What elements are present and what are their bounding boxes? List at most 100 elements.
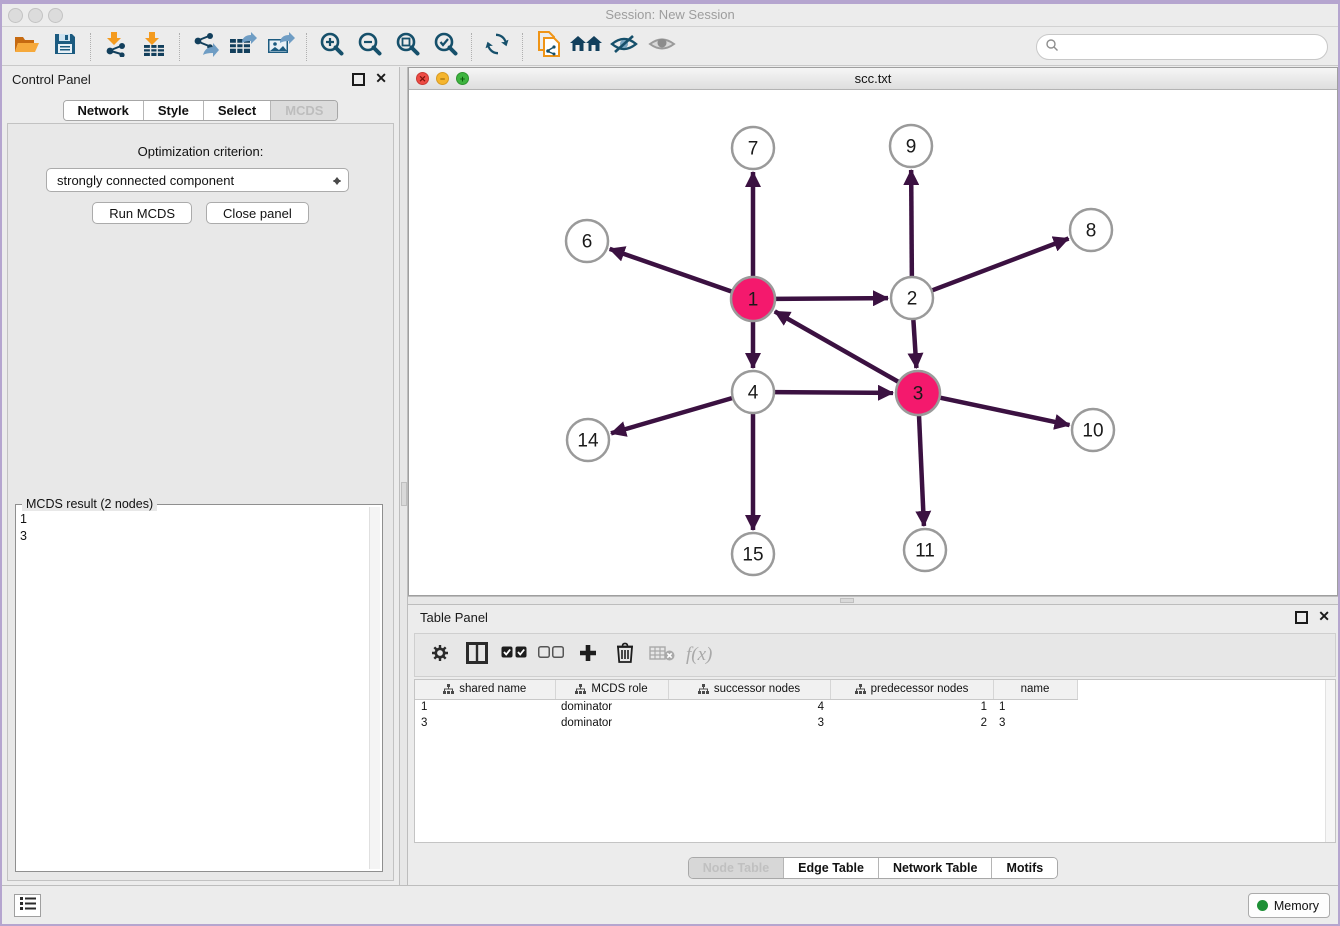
hide-eye-button[interactable] [607,32,641,62]
zoom-in-button[interactable] [315,32,349,62]
node-8[interactable]: 8 [1070,209,1112,251]
import-network-button[interactable] [99,32,133,62]
toolbar-separator [179,33,180,61]
network-graph[interactable]: 7 9 6 8 1 2 4 3 14 10 15 11 [409,90,1340,596]
edge-1-6[interactable] [610,249,733,292]
open-session-icon [13,32,41,61]
edge-2-9[interactable] [911,170,912,277]
edge-2-3[interactable] [913,319,916,368]
home-button[interactable] [569,32,603,62]
save-session-button[interactable] [48,32,82,62]
table-header-row: shared nameMCDS rolesuccessor nodesprede… [415,680,1089,699]
svg-text:6: 6 [582,232,593,253]
column-header-shared-name[interactable]: shared name [415,680,555,699]
node-15[interactable]: 15 [732,533,774,575]
node-4[interactable]: 4 [732,371,774,413]
vertical-splitter-grip[interactable] [401,482,407,506]
horizontal-splitter-grip[interactable] [840,598,854,603]
column-header-MCDS-role[interactable]: MCDS role [555,680,668,699]
node-1[interactable]: 1 [731,277,775,321]
search-icon [1045,38,1059,57]
tab-style[interactable]: Style [144,101,204,120]
table-panel-title: Table Panel [420,610,488,625]
function-builder-button[interactable]: f(x) [684,640,712,670]
edge-4-14[interactable] [611,398,733,433]
close-panel-button[interactable]: Close panel [206,202,309,224]
node-11[interactable]: 11 [904,529,946,571]
float-table-panel-icon[interactable] [1295,611,1308,624]
export-table-button[interactable] [226,32,260,62]
node-9[interactable]: 9 [890,125,932,167]
zoom-fit-button[interactable] [391,32,425,62]
column-header-name[interactable]: name [993,680,1077,699]
network-canvas[interactable]: 7 9 6 8 1 2 4 3 14 10 15 11 [409,90,1337,595]
show-eye-button[interactable] [645,32,679,62]
tab-network-table[interactable]: Network Table [879,858,993,878]
table-row[interactable]: 1dominator411 [415,699,1089,715]
export-network-button[interactable] [188,32,222,62]
run-mcds-button[interactable]: Run MCDS [92,202,192,224]
mcds-result-text[interactable]: 1 3 [20,511,366,867]
delete-column-button[interactable] [610,640,640,670]
import-network-icon [103,31,129,62]
edge-3-10[interactable] [940,398,1070,425]
tab-node-table[interactable]: Node Table [689,858,784,878]
column-header-successor-nodes[interactable]: successor nodes [668,680,830,699]
node-table-grid[interactable]: shared nameMCDS rolesuccessor nodesprede… [415,680,1089,731]
tab-mcds[interactable]: MCDS [271,101,337,120]
node-6[interactable]: 6 [566,220,608,262]
edge-4-3[interactable] [774,392,893,393]
mcds-result-scrollbar[interactable] [369,507,380,869]
tab-select[interactable]: Select [204,101,271,120]
toolbar-separator [90,33,91,61]
select-all-button[interactable] [499,640,529,670]
node-7[interactable]: 7 [732,127,774,169]
deselect-all-button[interactable] [536,640,566,670]
close-panel-icon[interactable]: ✕ [375,70,387,87]
toolbar-separator [471,33,472,61]
tab-network[interactable]: Network [64,101,144,120]
edge-2-8[interactable] [932,239,1069,291]
zoom-in-icon [319,31,345,62]
tree-column-icon [855,684,866,695]
horizontal-splitter[interactable] [408,596,1338,605]
optimization-criterion-select[interactable]: strongly connected component [46,168,349,192]
zoom-out-icon [357,31,383,62]
show-eye-icon [647,33,677,60]
edge-3-11[interactable] [919,415,924,526]
zoom-selected-button[interactable] [429,32,463,62]
open-session-button[interactable] [10,32,44,62]
network-window-titlebar[interactable]: ✕ − + scc.txt [409,68,1337,90]
table-row[interactable]: 3dominator323 [415,715,1089,731]
export-network-icon [191,31,219,62]
node-2[interactable]: 2 [891,277,933,319]
search-field[interactable] [1036,34,1328,60]
search-input[interactable] [1063,40,1327,54]
network-file-button[interactable] [531,32,565,62]
edge-3-1[interactable] [775,311,899,382]
node-3[interactable]: 3 [896,371,940,415]
column-header-predecessor-nodes[interactable]: predecessor nodes [830,680,993,699]
zoom-selected-icon [433,31,459,62]
memory-button[interactable]: Memory [1248,893,1330,918]
edge-1-2[interactable] [775,298,888,299]
node-14[interactable]: 14 [567,419,609,461]
tab-edge-table[interactable]: Edge Table [784,858,879,878]
refresh-button[interactable] [480,32,514,62]
import-table-button[interactable] [137,32,171,62]
export-image-button[interactable] [264,32,298,62]
add-column-button[interactable] [573,640,603,670]
delete-table-button[interactable] [647,640,677,670]
node-10[interactable]: 10 [1072,409,1114,451]
zoom-out-button[interactable] [353,32,387,62]
table-settings-button[interactable] [425,640,455,670]
tab-motifs[interactable]: Motifs [992,858,1057,878]
show-columns-button[interactable] [462,640,492,670]
close-table-panel-icon[interactable]: ✕ [1318,608,1330,625]
vertical-splitter[interactable] [399,67,408,885]
task-history-button[interactable] [14,894,41,917]
control-panel-title: Control Panel [12,72,91,87]
float-panel-icon[interactable] [352,73,365,86]
table-scrollbar[interactable] [1325,680,1335,842]
mcds-result-box: MCDS result (2 nodes) 1 3 [15,504,383,872]
